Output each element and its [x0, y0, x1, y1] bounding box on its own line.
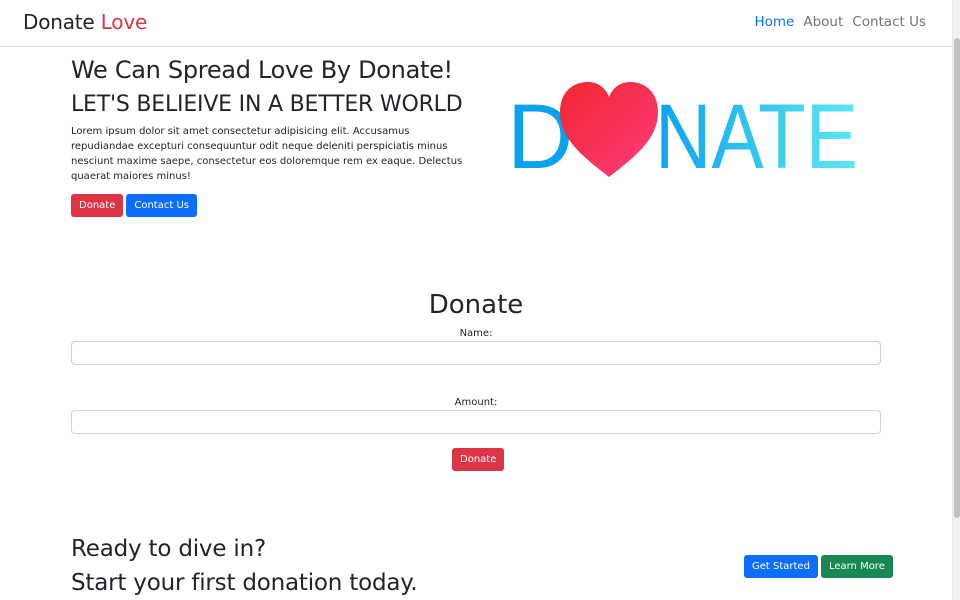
brand-logo[interactable]: Donate Love — [23, 10, 147, 34]
brand-main-text: Donate — [23, 10, 95, 34]
heart-icon — [560, 82, 658, 177]
donate-form-title: Donate — [428, 290, 524, 320]
page-scrollbar[interactable] — [952, 0, 960, 600]
hero-body: Lorem ipsum dolor sit amet consectetur a… — [71, 126, 463, 182]
name-label: Name: — [459, 328, 493, 339]
brand-accent-text: Love — [100, 10, 148, 34]
learn-more-button[interactable]: Learn More — [820, 555, 893, 578]
nav-link-home[interactable]: Home — [754, 14, 794, 30]
cta-line-1: Ready to dive in? — [71, 536, 266, 562]
navbar: Donate Love Home About Contact Us — [0, 0, 952, 47]
nav-link-contact[interactable]: Contact Us — [852, 14, 926, 30]
hero-donate-button[interactable]: Donate — [71, 194, 124, 217]
cta-buttons: Get Started Learn More — [744, 555, 893, 578]
scrollbar-thumb[interactable] — [954, 38, 960, 518]
cta-section: Ready to dive in? Start your first donat… — [71, 532, 418, 600]
get-started-button[interactable]: Get Started — [744, 555, 818, 578]
logo-letters-nate: NATE — [655, 86, 858, 180]
hero-section: We Can Spread Love By Donate! LET'S BELI… — [71, 56, 471, 217]
nav-link-about[interactable]: About — [803, 14, 843, 30]
hero-subheading: LET'S BELIEIVE IN A BETTER WORLD — [71, 92, 463, 117]
hero-contact-button[interactable]: Contact Us — [126, 194, 197, 217]
hero-heading: We Can Spread Love By Donate! — [71, 56, 453, 84]
form-donate-button[interactable]: Donate — [452, 448, 505, 471]
name-input[interactable] — [71, 341, 881, 365]
hero-buttons: Donate Contact Us — [71, 194, 471, 217]
amount-label: Amount: — [454, 397, 498, 408]
amount-input[interactable] — [71, 410, 881, 434]
cta-line-2: Start your first donation today. — [71, 570, 418, 596]
donate-logo-image: D NATE — [507, 82, 858, 180]
nav-links: Home About Contact Us — [754, 14, 926, 30]
